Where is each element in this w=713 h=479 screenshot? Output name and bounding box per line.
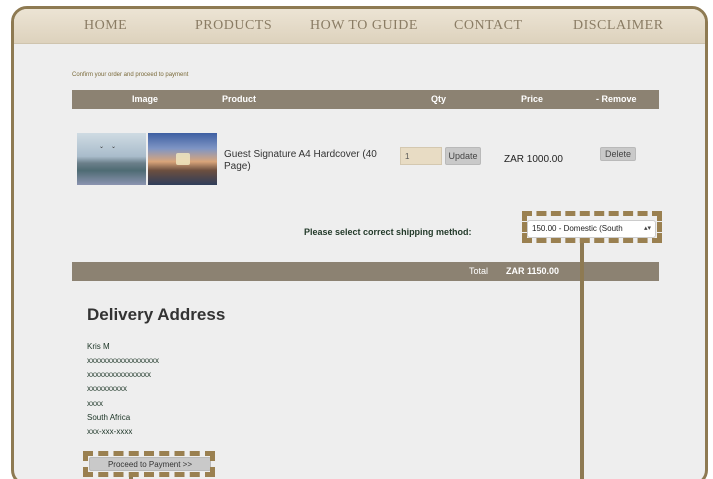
total-value: ZAR 1150.00 <box>506 266 560 276</box>
total-label: Total <box>469 266 489 276</box>
nav-contact[interactable]: CONTACT <box>454 18 523 34</box>
address-line: xxxxxxxxxxxxxxxxxx <box>87 356 159 365</box>
product-thumbnail-boat <box>148 133 217 185</box>
product-name: Guest Signature A4 Hardcover (40 Page) <box>224 149 377 172</box>
quantity-input[interactable] <box>400 147 442 165</box>
address-line: South Africa <box>87 413 131 422</box>
shipping-selected-value: 150.00 - Domestic (South <box>532 224 623 233</box>
shipping-pointer-line <box>580 243 584 479</box>
header-qty: Qty <box>431 94 447 104</box>
nav-disclaimer[interactable]: DISCLAIMER <box>573 18 664 34</box>
nav-products[interactable]: PRODUCTS <box>195 18 272 34</box>
shipping-method-select[interactable]: 150.00 - Domestic (South ▴▾ <box>527 220 656 238</box>
address-line: xxx-xxx-xxxx <box>87 427 133 436</box>
address-line: xxxxxxxxxxxxxxxx <box>87 370 151 379</box>
breadcrumb: Confirm your order and proceed to paymen… <box>72 72 189 78</box>
product-thumbnail-lake: ⌄ ⌄ <box>77 133 146 185</box>
total-bar: Total ZAR 1150.00 <box>72 262 659 281</box>
bird-icon: ⌄ <box>99 144 105 150</box>
delivery-address-title: Delivery Address <box>87 305 226 324</box>
header-product: Product <box>222 94 257 104</box>
address-line: xxxxxxxxxx <box>87 384 127 393</box>
delete-button[interactable]: Delete <box>600 147 636 161</box>
update-button[interactable]: Update <box>445 147 481 165</box>
select-arrows-icon: ▴▾ <box>643 225 651 232</box>
shipping-label: Please select correct shipping method: <box>304 227 472 237</box>
header-remove: - Remove <box>596 94 637 104</box>
header-price: Price <box>521 94 544 104</box>
top-nav: HOME PRODUCTS HOW TO GUIDE CONTACT DISCL… <box>14 9 705 44</box>
bird-icon: ⌄ <box>111 144 117 150</box>
proceed-to-payment-button[interactable]: Proceed to Payment >> <box>89 457 211 471</box>
header-image: Image <box>132 94 159 104</box>
nav-how-to-guide[interactable]: HOW TO GUIDE <box>310 18 418 34</box>
page-frame: HOME PRODUCTS HOW TO GUIDE CONTACT DISCL… <box>11 6 708 479</box>
item-price: ZAR 1000.00 <box>504 154 563 165</box>
address-line: Kris M <box>87 342 110 351</box>
nav-home[interactable]: HOME <box>84 18 127 34</box>
cart-table-header: Image Product Qty Price - Remove <box>72 90 659 109</box>
address-line: xxxx <box>87 399 103 408</box>
boat-shape <box>176 153 190 165</box>
